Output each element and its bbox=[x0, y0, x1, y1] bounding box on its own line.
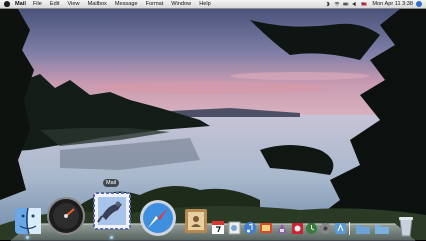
app-store-icon[interactable] bbox=[334, 222, 347, 235]
running-indicator bbox=[26, 236, 29, 239]
time-machine-icon[interactable] bbox=[305, 222, 318, 235]
apple-menu-icon[interactable] bbox=[4, 1, 10, 7]
iphoto-icon[interactable] bbox=[259, 221, 273, 235]
dock-separator bbox=[349, 222, 350, 235]
system-preferences-icon[interactable] bbox=[319, 222, 332, 235]
imovie-icon[interactable] bbox=[275, 221, 289, 235]
finder-icon[interactable] bbox=[14, 207, 42, 235]
wifi-icon[interactable] bbox=[334, 1, 340, 7]
itunes-icon[interactable] bbox=[243, 221, 257, 235]
mail-icon[interactable] bbox=[92, 190, 132, 232]
preview-icon[interactable] bbox=[228, 221, 241, 235]
menu-message[interactable]: Message bbox=[115, 1, 138, 7]
menu-format[interactable]: Format bbox=[146, 1, 164, 7]
input-flag-icon[interactable] bbox=[361, 1, 367, 7]
running-indicator bbox=[110, 236, 113, 239]
bluetooth-icon[interactable] bbox=[325, 1, 331, 7]
menu-window[interactable]: Window bbox=[171, 1, 191, 7]
address-book-icon[interactable] bbox=[183, 207, 209, 235]
app-menu[interactable]: Mail bbox=[15, 1, 26, 7]
ical-icon[interactable] bbox=[211, 220, 225, 235]
dock-tooltip: Mail bbox=[103, 179, 120, 187]
menubar-clock[interactable]: Mon Apr 11 3:38 bbox=[372, 1, 413, 7]
trash-icon[interactable] bbox=[397, 215, 415, 237]
menu-mailbox[interactable]: Mailbox bbox=[88, 1, 107, 7]
menu-help[interactable]: Help bbox=[199, 1, 211, 7]
dashboard-icon[interactable] bbox=[46, 196, 86, 236]
menu-extras: Mon Apr 11 3:38 bbox=[325, 0, 422, 8]
menu-view[interactable]: View bbox=[68, 1, 80, 7]
volume-icon[interactable] bbox=[352, 1, 358, 7]
menu-list: File Edit View Mailbox Message Format Wi… bbox=[29, 1, 215, 7]
menu-file[interactable]: File bbox=[33, 1, 42, 7]
menu-bar: Mail File Edit View Mailbox Message Form… bbox=[0, 0, 426, 9]
downloads-folder-icon[interactable] bbox=[355, 222, 371, 235]
spotlight-icon[interactable] bbox=[416, 1, 422, 7]
safari-icon[interactable] bbox=[138, 198, 178, 238]
documents-folder-icon[interactable] bbox=[374, 222, 390, 235]
menu-edit[interactable]: Edit bbox=[50, 1, 60, 7]
photo-booth-icon[interactable] bbox=[291, 222, 304, 235]
battery-icon[interactable] bbox=[343, 1, 349, 7]
